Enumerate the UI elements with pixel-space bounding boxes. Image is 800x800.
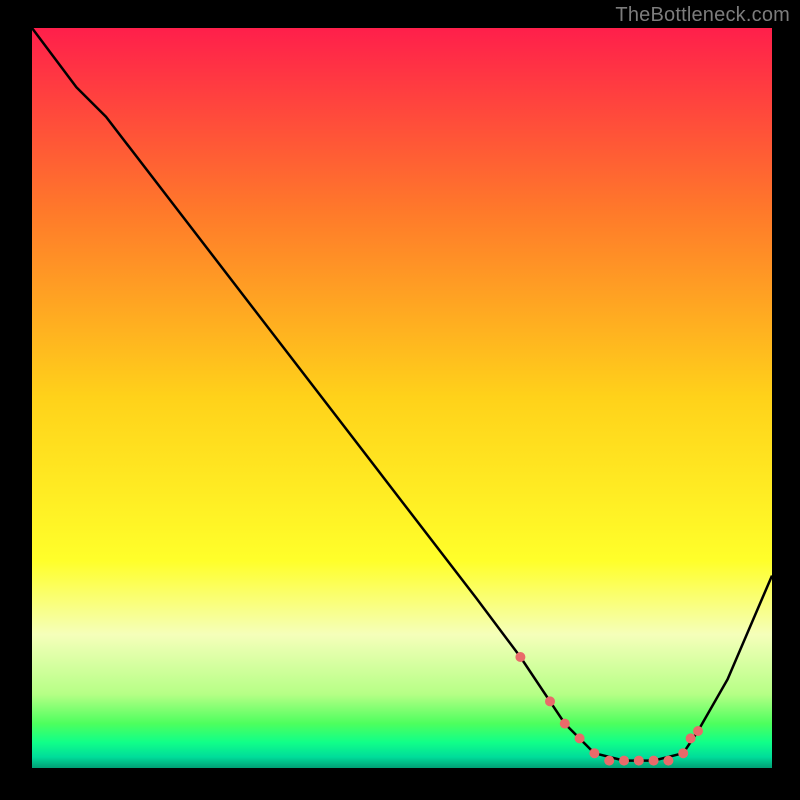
highlight-dot [545,696,555,706]
highlight-dot [649,756,659,766]
watermark-text: TheBottleneck.com [615,4,790,27]
highlight-dot [619,756,629,766]
chart-stage: TheBottleneck.com [0,0,800,800]
highlight-dot [686,733,696,743]
highlight-dot [575,733,585,743]
highlight-dot [634,756,644,766]
highlight-dot [560,719,570,729]
chart-svg [0,0,800,800]
highlight-dot [678,748,688,758]
highlight-dot [589,748,599,758]
highlight-dot [663,756,673,766]
highlight-dot [693,726,703,736]
highlight-dot [604,756,614,766]
highlight-dot [515,652,525,662]
plot-background [32,28,772,768]
